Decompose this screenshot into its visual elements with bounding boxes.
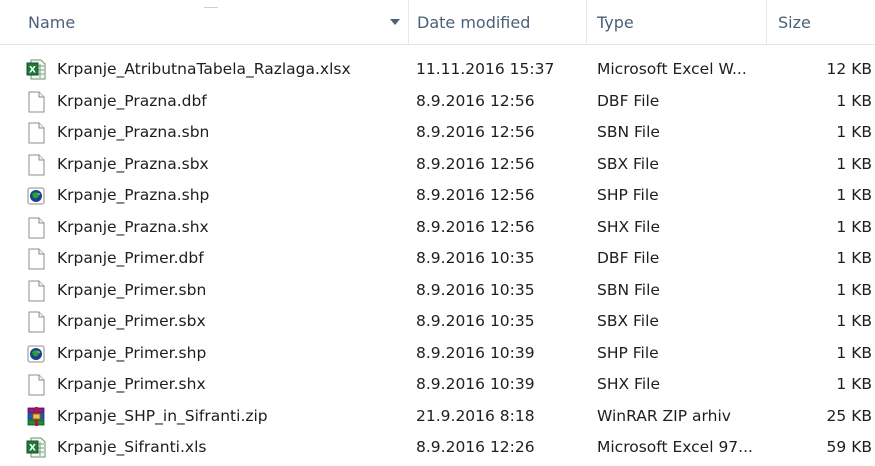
column-header-size-label: Size bbox=[778, 13, 811, 32]
file-date-modified: 8.9.2016 12:56 bbox=[416, 154, 535, 173]
file-date-modified: 8.9.2016 10:35 bbox=[416, 280, 535, 299]
file-row[interactable]: Krpanje_Prazna.dbf 8.9.2016 12:56 DBF File… bbox=[0, 86, 875, 118]
file-date-modified: 8.9.2016 10:35 bbox=[416, 249, 535, 267]
file-size: 25 KB bbox=[826, 406, 872, 425]
file-date-modified: 8.9.2016 12:56 bbox=[416, 217, 535, 236]
file-type: SBX File bbox=[597, 312, 659, 330]
file-size: 1 KB bbox=[836, 249, 872, 267]
file-date-modified: 8.9.2016 12:26 bbox=[416, 438, 535, 456]
file-size: 1 KB bbox=[836, 343, 872, 362]
file-date-modified: 8.9.2016 12:56 bbox=[416, 186, 535, 204]
file-name: Krpanje_Sifranti.xls bbox=[57, 438, 207, 456]
file-size: 1 KB bbox=[836, 186, 872, 204]
file-size: 1 KB bbox=[836, 91, 872, 110]
file-date-modified: 8.9.2016 12:56 bbox=[416, 91, 535, 110]
file-type: Microsoft Excel W... bbox=[597, 60, 747, 78]
file-size: 1 KB bbox=[836, 123, 872, 141]
file-row[interactable]: Krpanje_Primer.dbf 8.9.2016 10:35 DBF File… bbox=[0, 243, 875, 275]
file-name: Krpanje_Prazna.sbn bbox=[57, 123, 210, 141]
file-size: 1 KB bbox=[836, 217, 872, 236]
file-date-modified: 21.9.2016 8:18 bbox=[416, 406, 535, 425]
file-size: 12 KB bbox=[826, 60, 872, 78]
column-header-type[interactable]: Type bbox=[586, 0, 766, 44]
column-header-date-modified[interactable]: Date modified bbox=[408, 0, 586, 44]
winrar-icon bbox=[26, 406, 46, 428]
file-row[interactable]: X Krpanje_AtributnaTabela_Razlaga.xlsx 11.… bbox=[0, 54, 875, 86]
file-name: Krpanje_Prazna.sbx bbox=[57, 154, 209, 173]
file-type: SBN File bbox=[597, 280, 660, 299]
file-name: Krpanje_Prazna.shx bbox=[57, 217, 209, 236]
file-name: Krpanje_Primer.shp bbox=[57, 343, 207, 362]
shp-icon bbox=[26, 185, 46, 207]
file-icon bbox=[26, 91, 46, 113]
file-date-modified: 8.9.2016 10:35 bbox=[416, 312, 535, 330]
column-header-name-label: Name bbox=[28, 13, 76, 32]
file-type: SHP File bbox=[597, 343, 659, 362]
file-row[interactable]: Krpanje_Primer.shx 8.9.2016 10:39 SHX File… bbox=[0, 369, 875, 401]
excel-icon: X bbox=[26, 437, 46, 459]
file-type: SBX File bbox=[597, 154, 659, 173]
file-row[interactable]: Krpanje_Primer.shp 8.9.2016 10:39 SHP File… bbox=[0, 338, 875, 370]
file-row[interactable]: Krpanje_SHP_in_Sifranti.zip 21.9.2016 8:1… bbox=[0, 401, 875, 433]
file-icon bbox=[26, 374, 46, 396]
file-date-modified: 8.9.2016 10:39 bbox=[416, 375, 535, 393]
file-date-modified: 11.11.2016 15:37 bbox=[416, 60, 555, 78]
file-icon bbox=[26, 248, 46, 270]
column-header-name[interactable]: Name bbox=[0, 0, 408, 44]
file-name: Krpanje_AtributnaTabela_Razlaga.xlsx bbox=[57, 60, 351, 78]
file-size: 1 KB bbox=[836, 375, 872, 393]
file-icon bbox=[26, 280, 46, 302]
file-icon bbox=[26, 311, 46, 333]
column-header-type-label: Type bbox=[597, 13, 634, 32]
file-name: Krpanje_Prazna.dbf bbox=[57, 91, 207, 110]
file-row[interactable]: Krpanje_Primer.sbx 8.9.2016 10:35 SBX File… bbox=[0, 306, 875, 338]
file-type: Microsoft Excel 97... bbox=[597, 438, 753, 456]
file-list: X Krpanje_AtributnaTabela_Razlaga.xlsx 11.… bbox=[0, 54, 875, 464]
shp-icon bbox=[26, 343, 46, 365]
column-header-bar: Name Date modified Type Size bbox=[0, 0, 875, 45]
file-size: 1 KB bbox=[836, 312, 872, 330]
file-name: Krpanje_Primer.sbx bbox=[57, 312, 206, 330]
file-type: SHX File bbox=[597, 375, 660, 393]
column-header-size[interactable]: Size bbox=[766, 0, 875, 44]
file-row[interactable]: Krpanje_Prazna.sbx 8.9.2016 12:56 SBX File… bbox=[0, 149, 875, 181]
file-date-modified: 8.9.2016 12:56 bbox=[416, 123, 535, 141]
file-type: SHX File bbox=[597, 217, 660, 236]
file-icon bbox=[26, 122, 46, 144]
file-name: Krpanje_Prazna.shp bbox=[57, 186, 210, 204]
file-date-modified: 8.9.2016 10:39 bbox=[416, 343, 535, 362]
file-row[interactable]: Krpanje_Prazna.shx 8.9.2016 12:56 SHX File… bbox=[0, 212, 875, 244]
file-type: WinRAR ZIP arhiv bbox=[597, 406, 731, 425]
file-type: SBN File bbox=[597, 123, 660, 141]
excel-icon: X bbox=[26, 59, 46, 81]
file-size: 1 KB bbox=[836, 280, 872, 299]
file-type: DBF File bbox=[597, 249, 660, 267]
file-type: DBF File bbox=[597, 91, 660, 110]
file-row[interactable]: Krpanje_Prazna.sbn 8.9.2016 12:56 SBN File… bbox=[0, 117, 875, 149]
file-row[interactable]: Krpanje_Prazna.shp 8.9.2016 12:56 SHP File… bbox=[0, 180, 875, 212]
file-icon bbox=[26, 154, 46, 176]
file-row[interactable]: X Krpanje_Sifranti.xls 8.9.2016 12:26 Micro… bbox=[0, 432, 875, 464]
svg-text:X: X bbox=[29, 444, 36, 454]
file-name: Krpanje_Primer.sbn bbox=[57, 280, 207, 299]
file-row[interactable]: Krpanje_Primer.sbn 8.9.2016 10:35 SBN File… bbox=[0, 275, 875, 307]
svg-text:X: X bbox=[29, 66, 36, 76]
file-name: Krpanje_Primer.shx bbox=[57, 375, 206, 393]
file-type: SHP File bbox=[597, 186, 659, 204]
file-size: 1 KB bbox=[836, 154, 872, 173]
file-name: Krpanje_Primer.dbf bbox=[57, 249, 204, 267]
file-name: Krpanje_SHP_in_Sifranti.zip bbox=[57, 406, 268, 425]
file-icon bbox=[26, 217, 46, 239]
file-size: 59 KB bbox=[826, 438, 872, 456]
column-header-date-label: Date modified bbox=[417, 13, 531, 32]
sort-dropdown-arrow-icon[interactable] bbox=[390, 19, 400, 25]
